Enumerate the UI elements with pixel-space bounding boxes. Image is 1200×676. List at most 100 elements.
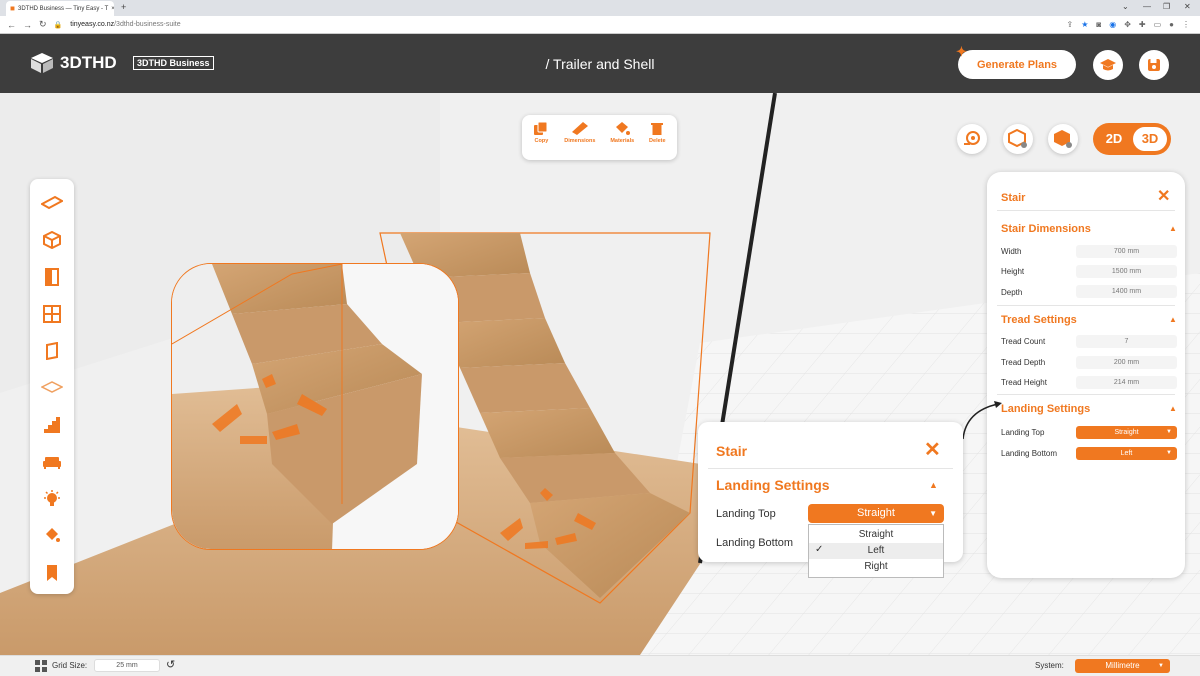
delete-button[interactable]: Delete <box>649 121 666 160</box>
tab-close-icon[interactable]: × <box>111 6 114 12</box>
stair-dimensions-heading[interactable]: Stair Dimensions <box>1001 223 1091 235</box>
box-settings-icon <box>1008 129 1027 148</box>
forward-icon[interactable]: → <box>23 20 32 30</box>
paint-bucket-icon <box>616 122 631 135</box>
favicon-icon: ◼ <box>10 6 15 12</box>
bottom-status-bar: Grid Size: 25 mm ↺ System: Millimetre <box>0 655 1200 676</box>
extension-icon[interactable]: ✥ <box>1124 20 1131 29</box>
tread-height-field[interactable]: 214 mm <box>1076 376 1177 389</box>
new-tab-button[interactable]: + <box>121 2 126 12</box>
address-bar: ← → ↻ 🔒 tinyeasy.co.nz/3dthd-business-su… <box>0 16 1200 34</box>
view-3d-option[interactable]: 3D <box>1133 127 1167 151</box>
width-field[interactable]: 700 mm <box>1076 245 1177 258</box>
delete-label: Delete <box>649 138 666 144</box>
dimensions-label: Dimensions <box>564 138 596 144</box>
back-icon[interactable]: ← <box>7 20 16 30</box>
section-view-button[interactable] <box>1003 124 1033 154</box>
minimize-button[interactable]: — <box>1143 2 1151 11</box>
collapse-caret-icon[interactable]: ▲ <box>1169 224 1177 233</box>
graduation-cap-icon <box>1100 59 1116 71</box>
dropdown-option-straight[interactable]: Straight <box>809 527 943 543</box>
materials-button[interactable]: Materials <box>610 121 634 160</box>
tool-paint[interactable] <box>36 520 68 552</box>
tool-furniture[interactable] <box>36 446 68 478</box>
collapse-caret-icon[interactable]: ▲ <box>1169 315 1177 324</box>
zoom-landing-top-value: Straight <box>857 507 895 519</box>
depth-field[interactable]: 1400 mm <box>1076 285 1177 298</box>
landing-bottom-select[interactable]: Left <box>1076 447 1177 460</box>
cube-icon <box>43 231 61 249</box>
checkmark-icon: ✓ <box>815 544 824 555</box>
wall-panel-icon <box>46 342 58 360</box>
height-field[interactable]: 1500 mm <box>1076 265 1177 278</box>
camera-view-button[interactable] <box>957 124 987 154</box>
generate-plans-button[interactable]: ✦ Generate Plans <box>956 44 1076 79</box>
sidepanel-icon[interactable]: ▭ <box>1154 20 1162 29</box>
copy-button[interactable]: Copy <box>533 121 549 160</box>
restore-button[interactable]: ❐ <box>1163 2 1170 11</box>
tool-doors[interactable] <box>36 261 68 293</box>
zoom-landing-top-select[interactable]: Straight ▼ <box>808 504 944 523</box>
grid-size-input[interactable]: 25 mm <box>94 659 160 672</box>
reset-icon[interactable]: ↺ <box>166 658 175 671</box>
tool-bookmark[interactable] <box>36 557 68 589</box>
dropdown-option-right[interactable]: Right <box>809 559 943 575</box>
url-host: tinyeasy.co.nz <box>70 21 115 28</box>
extension-blue-icon[interactable]: ◉ <box>1109 20 1116 29</box>
tool-floor[interactable] <box>36 372 68 404</box>
camera-icon[interactable]: ◙ <box>1096 20 1101 29</box>
tread-depth-field[interactable]: 200 mm <box>1076 356 1177 369</box>
render-settings-button[interactable] <box>1048 124 1078 154</box>
zoom-close-icon[interactable]: ✕ <box>924 437 941 462</box>
3d-viewport[interactable]: Copy Dimensions Materials Delete 2D 3D S… <box>0 93 1200 655</box>
browser-tab[interactable]: ◼ 3DTHD Business — Tiny Easy - T × <box>6 1 114 16</box>
view-2d-option[interactable]: 2D <box>1099 129 1129 149</box>
panel-close-icon[interactable]: ✕ <box>1157 186 1170 206</box>
landing-bottom-label: Landing Bottom <box>1001 449 1058 458</box>
zoom-landing-top-label: Landing Top <box>716 508 776 520</box>
grid-icon[interactable] <box>35 660 47 672</box>
close-window-button[interactable]: ✕ <box>1184 2 1191 11</box>
menu-icon[interactable]: ⋮ <box>1182 20 1190 29</box>
tread-depth-label: Tread Depth <box>1001 358 1046 367</box>
profile-icon[interactable]: ● <box>1169 20 1174 29</box>
ruler-icon <box>571 122 588 135</box>
sofa-icon <box>43 457 61 469</box>
tread-settings-heading[interactable]: Tread Settings <box>1001 314 1077 326</box>
tool-walls[interactable] <box>36 335 68 367</box>
puzzle-icon[interactable]: ✚ <box>1139 20 1146 29</box>
section-divider <box>997 394 1175 395</box>
tool-lighting[interactable] <box>36 483 68 515</box>
collapse-caret-icon[interactable]: ▲ <box>1169 404 1177 413</box>
unit-system-select[interactable]: Millimetre <box>1075 659 1170 673</box>
stairs-icon <box>44 417 60 433</box>
dimensions-button[interactable]: Dimensions <box>564 121 595 160</box>
tool-stairs[interactable] <box>36 409 68 441</box>
bookmark-star-icon[interactable]: ★ <box>1081 20 1088 29</box>
collapse-caret-icon[interactable]: ▲ <box>929 480 938 490</box>
tread-count-field[interactable]: 7 <box>1076 335 1177 348</box>
landing-settings-heading[interactable]: Landing Settings <box>1001 403 1090 415</box>
tab-search-icon[interactable]: ⌄ <box>1122 2 1129 11</box>
dropdown-caret-icon: ▼ <box>929 509 937 518</box>
floor-layer-icon <box>41 381 63 393</box>
tread-height-label: Tread Height <box>1001 378 1047 387</box>
copy-label: Copy <box>534 138 549 144</box>
view-mode-toggle[interactable]: 2D 3D <box>1093 123 1171 155</box>
grid-size-label: Grid Size: <box>52 661 88 670</box>
tool-palette <box>30 179 74 594</box>
tool-trailer[interactable] <box>36 187 68 219</box>
landing-dropdown-menu: Straight Left ✓ Right <box>808 524 944 578</box>
tool-windows[interactable] <box>36 298 68 330</box>
reload-icon[interactable]: ↻ <box>39 19 47 30</box>
dropdown-option-left[interactable]: Left <box>809 543 943 559</box>
zoom-landing-heading[interactable]: Landing Settings <box>716 477 830 493</box>
tread-count-label: Tread Count <box>1001 337 1046 346</box>
materials-label: Materials <box>610 138 635 144</box>
share-icon[interactable]: ⇪ <box>1066 20 1073 29</box>
landing-top-select[interactable]: Straight <box>1076 426 1177 439</box>
tutorial-button[interactable] <box>1093 50 1123 80</box>
tool-shell[interactable] <box>36 224 68 256</box>
url-field[interactable]: tinyeasy.co.nz/3dthd-business-suite <box>70 21 180 28</box>
save-button[interactable] <box>1139 50 1169 80</box>
